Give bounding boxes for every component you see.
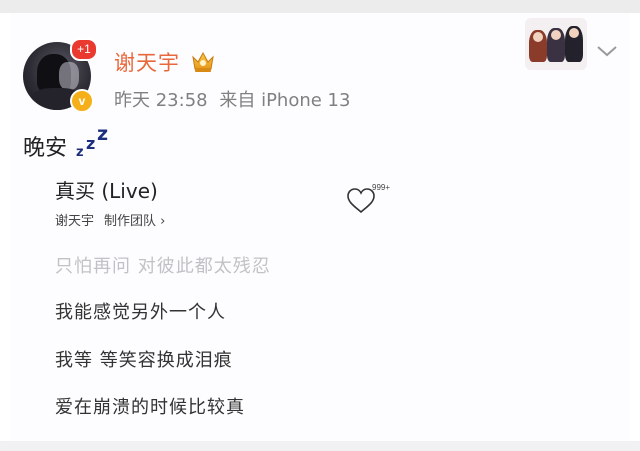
notification-badge: +1 [70, 38, 98, 61]
song-title[interactable]: 真买 (Live) [55, 175, 158, 204]
chevron-down-icon[interactable] [596, 44, 618, 58]
decoration-sticker[interactable] [525, 18, 587, 70]
lyric-line: 只怕再问 对彼此都太残忍 [55, 256, 271, 277]
post-text: 晚安 [23, 136, 68, 161]
song-credits: 谢天宇 制作团队 › [55, 210, 165, 229]
bottom-edge [0, 441, 640, 451]
sleep-zzz-icon: z z z [76, 124, 108, 158]
like-count: 999+ [372, 183, 391, 192]
svg-text:z: z [76, 145, 84, 158]
top-bar [0, 0, 640, 13]
post-meta: 昨天 23:58 来自 iPhone 13 [114, 86, 356, 112]
crown-icon [192, 51, 214, 72]
svg-text:z: z [97, 124, 108, 145]
lyric-line: 爱在崩溃的时候比较真 [55, 397, 245, 418]
post-source: 来自 iPhone 13 [219, 90, 351, 111]
lyric-line: 我能感觉另外一个人 [55, 302, 226, 323]
lyric-line: 我等 等笑容换成泪痕 [55, 350, 233, 371]
svg-text:z: z [86, 134, 95, 153]
chevron-right-icon: › [160, 214, 166, 229]
credits-link[interactable]: 制作团队 [104, 214, 156, 229]
post-time: 昨天 23:58 [114, 90, 208, 111]
verified-badge: v [70, 89, 94, 113]
author-name[interactable]: 谢天宇 [114, 47, 180, 77]
song-artist[interactable]: 谢天宇 [55, 214, 94, 229]
